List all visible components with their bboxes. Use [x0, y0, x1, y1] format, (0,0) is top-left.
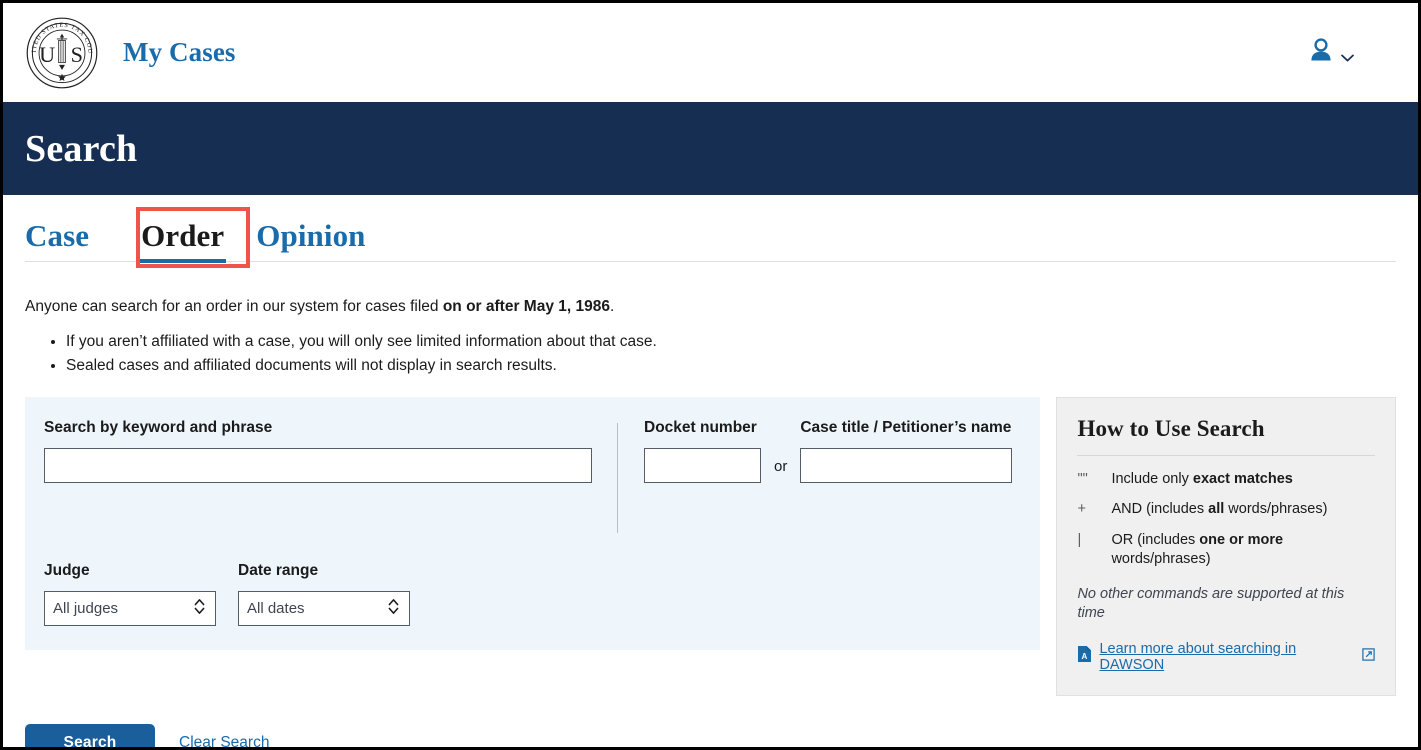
help-row: + AND (includes all words/phrases) [1077, 500, 1375, 519]
help-symbol: | [1077, 532, 1082, 549]
page-banner: Search [3, 102, 1418, 195]
case-title-label: Case title / Petitioner’s name [800, 418, 1012, 436]
help-text: AND (includes all words/phrases) [1111, 500, 1327, 519]
help-row: | OR (includes one or more words/phrases… [1077, 531, 1375, 569]
my-cases-link[interactable]: My Cases [123, 37, 236, 68]
search-tabs: Case Order Opinion [25, 195, 1396, 263]
help-text-before: Include only [1111, 470, 1193, 487]
intro-lead: Anyone can search for an order in our sy… [25, 296, 1396, 318]
help-panel-note: No other commands are supported at this … [1077, 585, 1345, 621]
docket-and-title-group: Docket number or Case title / Petitioner… [618, 418, 1013, 484]
search-intro: Anyone can search for an order in our sy… [3, 296, 1418, 379]
judge-label: Judge [44, 561, 90, 579]
svg-text:U: U [39, 41, 55, 66]
help-text: OR (includes one or more words/phrases) [1111, 531, 1375, 569]
account-menu-button[interactable] [1308, 36, 1396, 69]
list-item: Sealed cases and affiliated documents wi… [66, 354, 1396, 378]
date-range-label: Date range [238, 561, 319, 579]
tab-opinion[interactable]: Opinion [256, 220, 387, 261]
judge-select-shell: All judges [44, 591, 216, 627]
docket-field-group: Docket number [644, 419, 761, 484]
search-form-top-row: Search by keyword and phrase Docket numb… [25, 419, 1040, 533]
search-main-row: Search by keyword and phrase Docket numb… [3, 396, 1418, 696]
list-item: If you aren’t affiliated with a case, yo… [66, 330, 1396, 354]
docket-number-label: Docket number [644, 418, 757, 436]
help-text-before: OR (includes [1111, 532, 1200, 549]
svg-text:A: A [1082, 652, 1088, 661]
intro-lead-suffix: . [609, 298, 615, 315]
user-icon [1308, 36, 1334, 69]
date-range-field-group: Date range All dates [238, 562, 410, 627]
keyword-field-group: Search by keyword and phrase [25, 419, 617, 484]
search-actions: Search Clear Search [3, 723, 1418, 747]
learn-more-dawson-link[interactable]: Learn more about searching in DAWSON [1099, 641, 1355, 673]
search-form-panel: Search by keyword and phrase Docket numb… [25, 396, 1041, 651]
intro-lead-bold: on or after May 1, 1986 [442, 298, 610, 315]
help-symbol: + [1077, 501, 1086, 518]
help-text-before: AND (includes [1111, 501, 1209, 518]
intro-lead-text: Anyone can search for an order in our sy… [25, 298, 443, 315]
help-text-after: words/phrases) [1111, 551, 1211, 568]
svg-text:S: S [71, 41, 83, 66]
case-title-field-group: Case title / Petitioner’s name [800, 418, 1013, 484]
help-panel-divider [1077, 454, 1375, 456]
intro-bullet-list: If you aren’t affiliated with a case, yo… [25, 330, 1396, 378]
tab-order[interactable]: Order [137, 220, 228, 263]
help-row: "" Include only exact matches [1077, 470, 1375, 489]
help-symbol: "" [1077, 470, 1088, 487]
help-text-bold: all [1208, 501, 1225, 518]
help-text: Include only exact matches [1111, 470, 1292, 489]
help-panel-title: How to Use Search [1077, 415, 1265, 441]
keyword-label: Search by keyword and phrase [44, 418, 273, 436]
external-link-icon [1362, 647, 1375, 666]
help-text-after: words/phrases) [1224, 501, 1328, 518]
help-text-bold: exact matches [1192, 470, 1293, 487]
search-form-bottom-row: Judge All judges Date range All dates [25, 562, 1040, 627]
case-title-input[interactable] [800, 448, 1013, 484]
date-range-select[interactable]: All dates [238, 591, 410, 627]
app-window: UNITED STATES TAX COURT U S My Cases [0, 0, 1421, 750]
tab-case[interactable]: Case [25, 220, 89, 261]
clear-search-link[interactable]: Clear Search [179, 734, 269, 747]
how-to-use-search-panel: How to Use Search "" Include only exact … [1056, 396, 1396, 696]
us-tax-court-seal-icon: UNITED STATES TAX COURT U S [22, 11, 99, 90]
dawson-help-link-row[interactable]: A Learn more about searching in DAWSON [1077, 641, 1375, 673]
docket-number-input[interactable] [644, 448, 761, 484]
search-tabs-container: Case Order Opinion [3, 195, 1418, 268]
search-keyword-input[interactable] [44, 448, 592, 484]
judge-field-group: Judge All judges [44, 562, 216, 627]
date-range-select-shell: All dates [238, 591, 410, 627]
pdf-icon: A [1077, 645, 1092, 668]
chevron-down-icon [1341, 49, 1354, 61]
search-button[interactable]: Search [25, 723, 155, 747]
help-text-bold: one or more [1199, 532, 1284, 549]
top-navigation-bar: UNITED STATES TAX COURT U S My Cases [3, 3, 1418, 102]
judge-select[interactable]: All judges [44, 591, 216, 627]
or-separator-text: or [774, 458, 788, 476]
page-title: Search [25, 127, 138, 170]
